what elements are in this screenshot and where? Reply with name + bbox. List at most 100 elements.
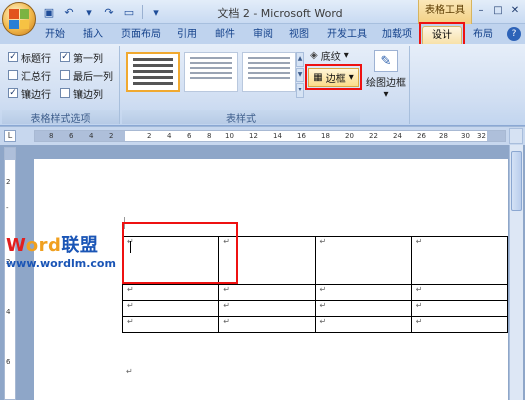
table-cell[interactable]: ↵: [121, 316, 220, 333]
borders-button-face: ▦ 边框 ▾: [308, 67, 359, 87]
tab-developer[interactable]: 开发工具: [322, 26, 372, 44]
redo-icon[interactable]: ↷: [100, 3, 118, 21]
tab-selector-icon[interactable]: L: [4, 130, 16, 142]
gallery-more-icon[interactable]: ▾: [296, 83, 304, 99]
first-column-option[interactable]: ✓ 第一列: [60, 50, 103, 65]
paragraph-mark: ↵: [126, 367, 133, 376]
table-style-grid[interactable]: [126, 52, 180, 92]
ruler-tick: 14: [273, 132, 282, 140]
ruler-tick: 10: [225, 132, 234, 140]
horizontal-ruler[interactable]: 8 6 4 2 2 4 6 8 10 12 14 16 18 20 22 24 …: [34, 130, 506, 142]
option-label: 汇总行: [21, 71, 51, 83]
tab-layout[interactable]: 布局: [468, 26, 498, 44]
vertical-scrollbar[interactable]: [509, 145, 523, 400]
ruler-margin-right: [487, 131, 505, 141]
ruler-tick: -: [6, 204, 9, 212]
tab-references[interactable]: 引用: [172, 26, 202, 44]
ruler-tick: 4: [6, 308, 11, 316]
gallery-scroll[interactable]: ▲ ▼ ▾: [296, 52, 304, 99]
pencil-icon: ✎: [374, 50, 398, 72]
scroll-up-icon[interactable]: ▲: [296, 52, 304, 67]
first-cell-highlight: [122, 222, 238, 284]
table-styles-gallery: [126, 46, 298, 106]
table-style-plain[interactable]: [184, 52, 238, 92]
table-cell[interactable]: ↵: [121, 300, 220, 317]
document-page[interactable]: ↵ ↵ ↵ ↵ ↵ ↵ ↵ ↵ ↵ ↵ ↵ ↵ ↵ ↵ ↵ ↵: [34, 159, 509, 400]
option-label: 镶边行: [21, 89, 51, 101]
tab-home[interactable]: 开始: [40, 26, 70, 44]
tab-review[interactable]: 审阅: [248, 26, 278, 44]
tab-view[interactable]: 视图: [284, 26, 314, 44]
window-controls: – □ ✕: [473, 2, 523, 18]
table-cell[interactable]: ↵: [314, 300, 412, 317]
print-icon[interactable]: ▭: [120, 3, 138, 21]
header-row-option[interactable]: ✓ 标题行: [8, 50, 51, 65]
watermark-title: Word联盟: [6, 235, 99, 256]
borders-label: 边框: [325, 73, 346, 85]
vertical-ruler[interactable]: 2 - 2 4 6: [4, 147, 16, 400]
toolbar-separator: [142, 5, 143, 19]
dropdown-arrow-icon[interactable]: ▾: [80, 3, 98, 21]
draw-borders-label: 绘图边框: [366, 78, 406, 89]
ruler-tick: 30: [461, 132, 470, 140]
title-bar: ▣ ↶ ▾ ↷ ▭ ▾ 文档 2 - Microsoft Word 表格工具 –…: [0, 0, 525, 24]
tab-mailings[interactable]: 邮件: [210, 26, 240, 44]
table-cell[interactable]: ↵: [410, 284, 509, 301]
ruler-tick: 20: [345, 132, 354, 140]
table-cell[interactable]: ↵: [121, 284, 220, 301]
ruler-tick: 2: [109, 132, 114, 140]
last-column-option[interactable]: 最后一列: [60, 68, 113, 83]
scrollbar-thumb[interactable]: [511, 151, 522, 211]
table-cell[interactable]: ↵: [410, 236, 509, 285]
ruler-tick: 6: [187, 132, 192, 140]
table-cell[interactable]: ↵: [410, 300, 509, 317]
chevron-down-icon: ▾: [348, 71, 354, 83]
maximize-icon[interactable]: □: [490, 2, 506, 18]
table-cell[interactable]: ↵: [218, 284, 316, 301]
border-grid-icon: ▦: [313, 71, 323, 83]
table-cell[interactable]: ↵: [314, 236, 412, 285]
borders-button[interactable]: ▦ 边框 ▾: [305, 64, 362, 90]
ruler-tick: 18: [321, 132, 330, 140]
shading-button[interactable]: ◈ 底纹 ▾: [310, 47, 349, 63]
table-tools-context-label: 表格工具: [418, 0, 472, 24]
banded-rows-option[interactable]: ✓ 镶边行: [8, 86, 51, 101]
ruler-tick: 6: [69, 132, 74, 140]
ruler-margin-top: [5, 148, 15, 160]
option-label: 标题行: [21, 53, 51, 65]
ruler-tick: 4: [167, 132, 172, 140]
office-button[interactable]: [2, 2, 36, 36]
table-cell[interactable]: ↵: [218, 316, 316, 333]
minimize-icon[interactable]: –: [473, 2, 489, 18]
undo-icon[interactable]: ↶: [60, 3, 78, 21]
scroll-down-icon[interactable]: ▼: [296, 67, 304, 83]
customize-toolbar-icon[interactable]: ▾: [147, 3, 165, 21]
total-row-option[interactable]: 汇总行: [8, 68, 51, 83]
table-cell[interactable]: ↵: [314, 284, 412, 301]
split-box[interactable]: [509, 128, 523, 144]
table-row: ↵ ↵ ↵ ↵: [121, 316, 509, 333]
ruler-tick: 28: [439, 132, 448, 140]
banded-columns-option[interactable]: 镶边列: [60, 86, 103, 101]
watermark-logo: Word联盟 www.wordlm.com: [6, 231, 116, 270]
tab-insert[interactable]: 插入: [78, 26, 108, 44]
save-icon[interactable]: ▣: [40, 3, 58, 21]
option-label: 第一列: [73, 53, 103, 65]
ruler-tick: 16: [297, 132, 306, 140]
draw-borders-button[interactable]: ✎ 绘图边框 ▾: [364, 46, 408, 108]
ruler-tick: 12: [249, 132, 258, 140]
office-logo-icon: [9, 9, 29, 29]
tab-addins[interactable]: 加载项: [378, 26, 416, 44]
ruler-tick: 8: [49, 132, 54, 140]
table-style-light[interactable]: [242, 52, 296, 92]
table-cell[interactable]: ↵: [410, 316, 509, 333]
ruler-tick: 4: [89, 132, 94, 140]
table-cell[interactable]: ↵: [218, 300, 316, 317]
checkbox-checked-icon: ✓: [8, 52, 18, 62]
table-cell[interactable]: ↵: [314, 316, 412, 333]
group-label: 表格样式选项: [2, 110, 119, 125]
table-row: ↵ ↵ ↵ ↵: [121, 300, 509, 317]
help-icon[interactable]: ?: [507, 27, 521, 41]
tab-page-layout[interactable]: 页面布局: [116, 26, 166, 44]
close-icon[interactable]: ✕: [507, 2, 523, 18]
